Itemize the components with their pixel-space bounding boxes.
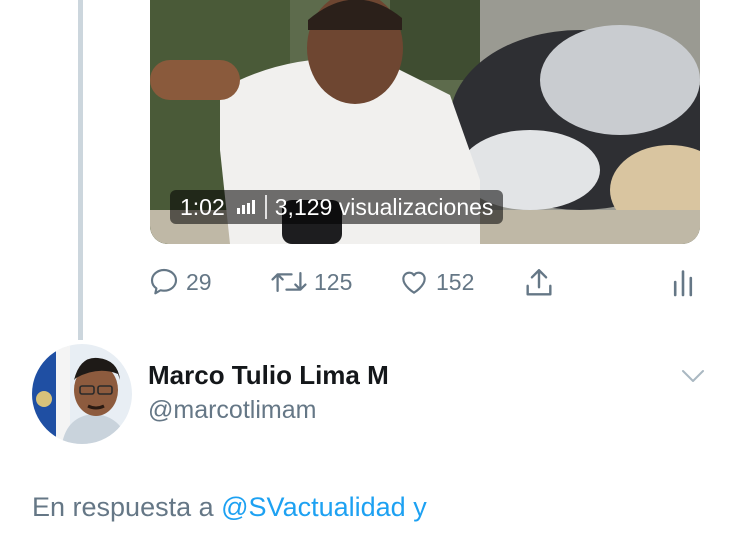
share-icon — [526, 269, 552, 296]
tweet-menu-button[interactable] — [680, 366, 706, 391]
reply-mention-link[interactable]: @SVactualidad — [221, 492, 406, 522]
video-view-count: 3,129 visualizaciones — [274, 193, 494, 220]
like-button[interactable]: 152 — [398, 266, 474, 298]
reply-context: En respuesta a @SVactualidad y — [32, 492, 427, 523]
share-button[interactable] — [522, 266, 556, 300]
volume-bars-icon — [236, 200, 255, 214]
reply-count: 29 — [186, 268, 212, 295]
retweet-button[interactable]: 125 — [270, 266, 352, 298]
chevron-down-icon — [682, 370, 704, 382]
like-count: 152 — [436, 268, 475, 295]
tweet-action-bar: 29 125 152 — [148, 266, 708, 306]
overlay-divider — [264, 195, 267, 219]
video-duration: 1:02 — [180, 193, 225, 220]
avatar[interactable] — [32, 344, 132, 444]
retweet-icon — [271, 271, 307, 293]
comment-bubble-icon — [150, 268, 178, 295]
user-handle[interactable]: @marcotlimam — [148, 396, 316, 425]
avatar-photo — [32, 344, 132, 444]
thread-line — [78, 0, 83, 340]
heart-icon — [402, 271, 426, 294]
reply-button[interactable]: 29 — [148, 266, 212, 298]
reply-prefix: En respuesta a — [32, 492, 214, 522]
video-info-overlay: 1:02 3,129 visualizaciones — [170, 190, 504, 224]
analytics-icon — [673, 270, 693, 297]
video-player[interactable]: 1:02 3,129 visualizaciones — [150, 0, 700, 244]
reply-conjunction: y — [413, 492, 427, 522]
retweet-count: 125 — [314, 268, 353, 295]
analytics-button[interactable] — [670, 266, 696, 298]
user-display-name[interactable]: Marco Tulio Lima M — [148, 360, 389, 391]
